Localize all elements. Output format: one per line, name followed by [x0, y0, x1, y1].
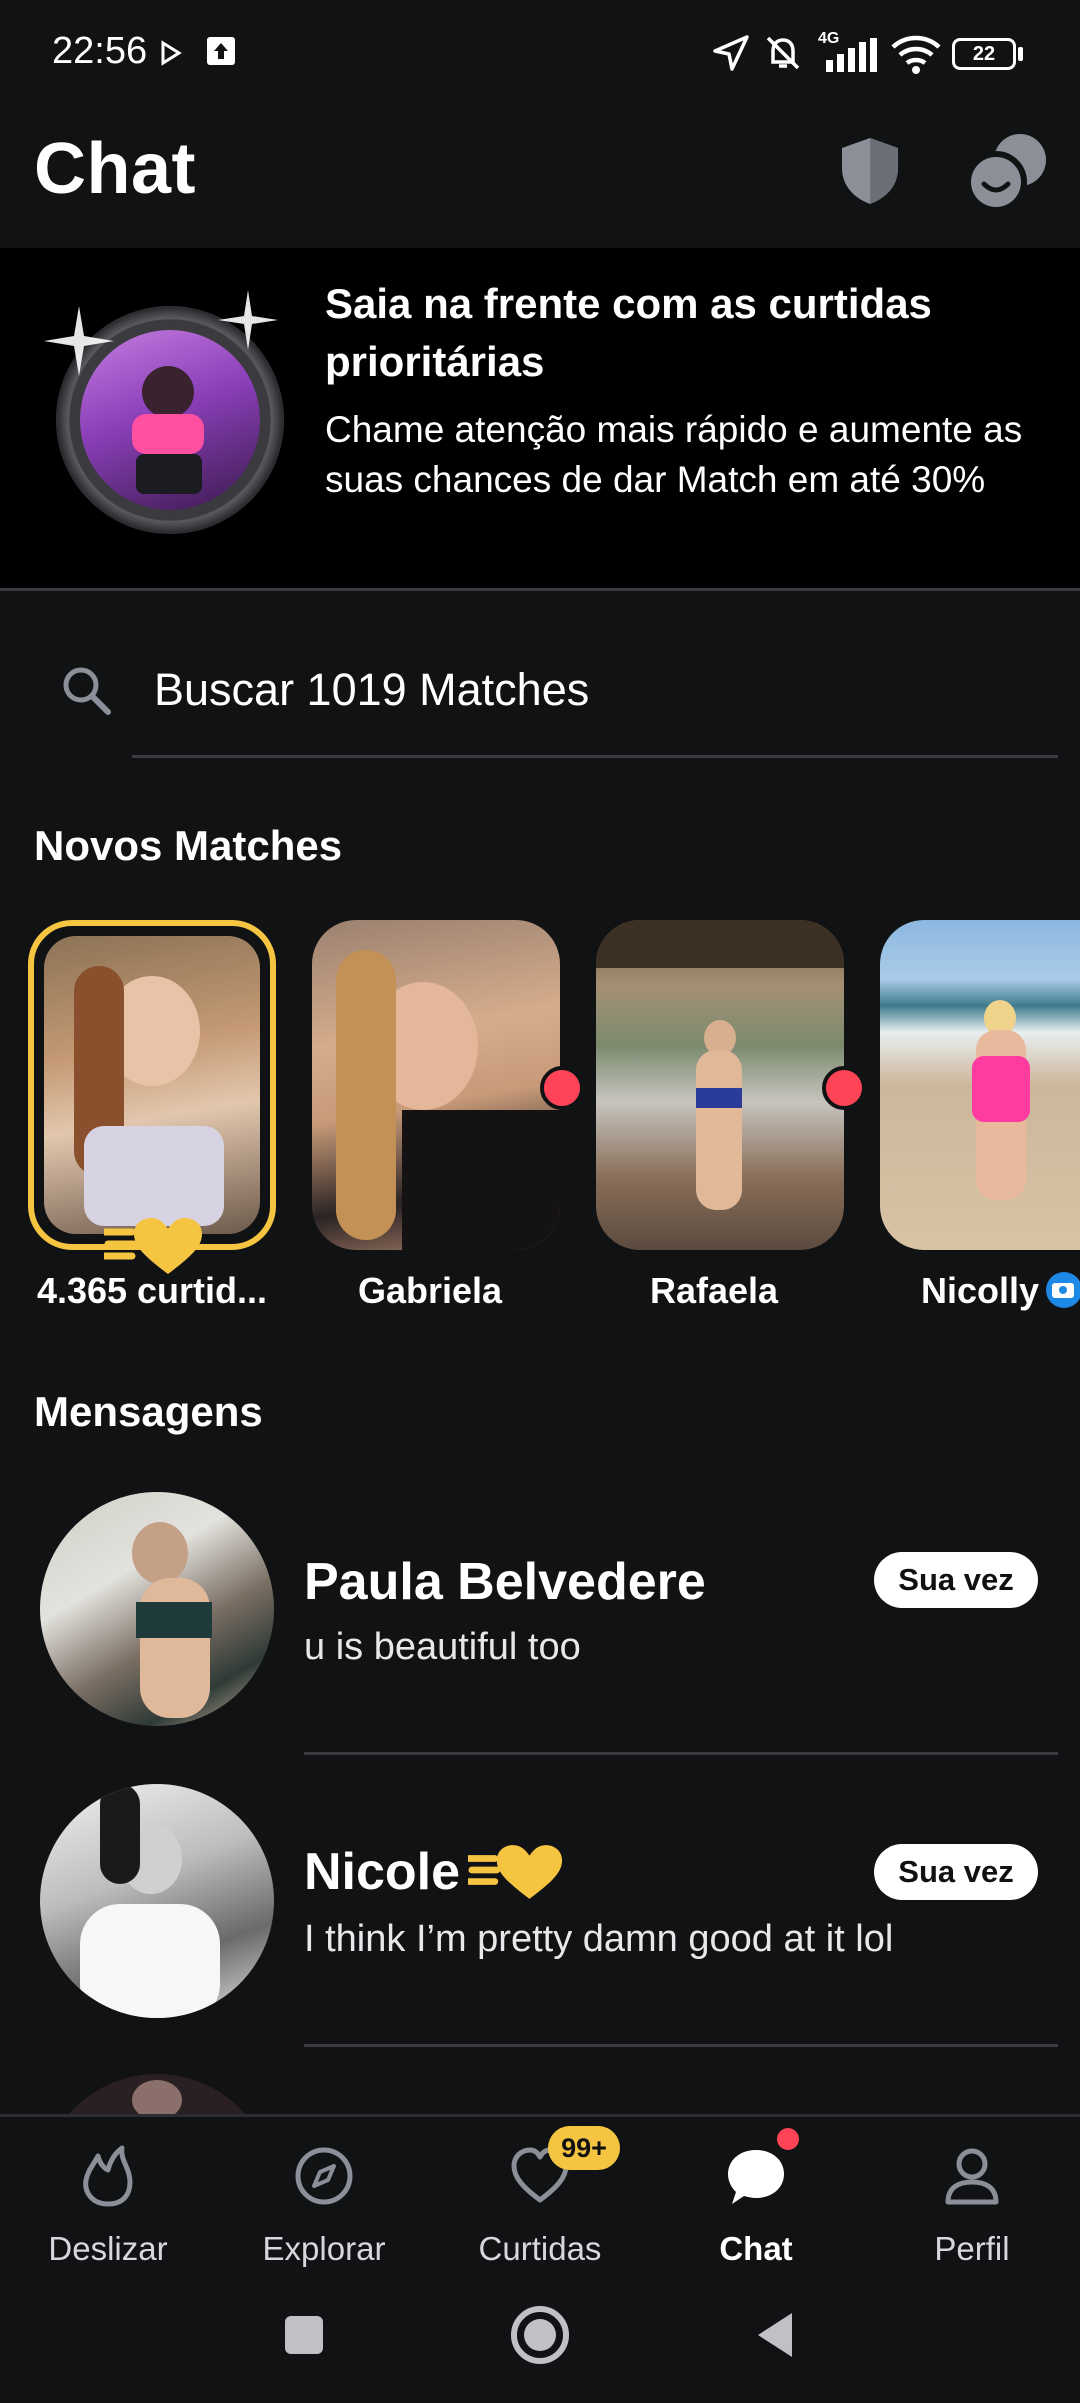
message-preview: u is beautiful too — [304, 1626, 581, 1668]
bell-off-icon — [766, 36, 800, 70]
promo-body: Chame atenção mais rápido e aumente as s… — [325, 409, 1023, 500]
upload-icon — [207, 37, 235, 65]
sparkle-icon — [218, 290, 278, 350]
nav-explorar[interactable]: Explorar — [216, 2130, 432, 2290]
search-icon — [63, 667, 111, 715]
sparkle-icon — [44, 306, 114, 376]
nav-label: Perfil — [934, 2230, 1010, 2267]
online-dot — [822, 1066, 866, 1110]
avatar — [40, 1492, 274, 1726]
nav-label: Curtidas — [478, 2230, 602, 2267]
your-turn-badge: Sua vez — [874, 1552, 1038, 1608]
nav-perfil[interactable]: Perfil — [864, 2130, 1080, 2290]
status-bar: 22:56 4G 22 — [0, 0, 1080, 110]
contact-name: Nicole — [304, 1843, 461, 1901]
likes-count-label: 4.365 curtid... — [36, 1270, 268, 1311]
match-card-gabriela[interactable] — [312, 920, 560, 1250]
play-icon — [161, 40, 182, 66]
online-dot — [540, 1066, 584, 1110]
contact-name: Paula Belvedere — [304, 1553, 706, 1611]
avatar-partial — [40, 2074, 274, 2114]
nav-label: Explorar — [262, 2230, 386, 2267]
chat-bubbles-icon[interactable] — [962, 126, 1054, 214]
location-icon — [713, 35, 749, 71]
chat-icon — [728, 2150, 784, 2204]
battery-level: 22 — [972, 43, 996, 65]
battery-icon: 22 — [952, 38, 1016, 70]
gold-heart-icon — [104, 1218, 202, 1274]
nav-label: Deslizar — [48, 2230, 168, 2267]
page-title: Chat — [34, 129, 196, 209]
shield-icon[interactable] — [830, 130, 910, 210]
divider — [304, 1752, 1058, 1755]
new-matches-title: Novos Matches — [34, 822, 343, 869]
status-time: 22:56 — [52, 30, 148, 72]
divider — [0, 588, 1080, 591]
nav-label: Chat — [719, 2230, 793, 2267]
message-preview: I think I’m pretty damn good at it lol — [304, 1918, 894, 1960]
match-name-rafaela: Rafaela — [649, 1270, 779, 1311]
likes-photo — [44, 936, 260, 1234]
promo-title: Saia na frente com as curtidas prioritár… — [325, 280, 932, 385]
match-card-rafaela[interactable] — [596, 920, 844, 1250]
match-name-gabriela: Gabriela — [357, 1270, 503, 1311]
person-icon — [945, 2148, 999, 2205]
messages-title: Mensagens — [34, 1388, 263, 1435]
camera-verified-icon — [1046, 1272, 1080, 1308]
home-button[interactable] — [508, 2303, 572, 2367]
gold-heart-icon — [468, 1845, 563, 1899]
divider — [304, 2044, 1058, 2047]
avatar — [40, 1784, 274, 2018]
signal-icon — [826, 38, 877, 72]
recents-button[interactable] — [274, 2305, 334, 2365]
wifi-icon — [891, 35, 941, 74]
search-underline — [132, 755, 1058, 758]
compass-icon — [295, 2147, 353, 2205]
unread-dot — [777, 2128, 799, 2150]
search-input[interactable] — [154, 660, 1054, 720]
your-turn-badge: Sua vez — [874, 1844, 1038, 1900]
nav-deslizar[interactable]: Deslizar — [0, 2130, 216, 2290]
nav-chat[interactable]: Chat — [648, 2130, 864, 2290]
back-button[interactable] — [748, 2305, 808, 2365]
likes-count-badge: 99+ — [548, 2126, 620, 2170]
flame-icon — [83, 2145, 133, 2207]
match-card-nicolly[interactable] — [880, 920, 1080, 1250]
